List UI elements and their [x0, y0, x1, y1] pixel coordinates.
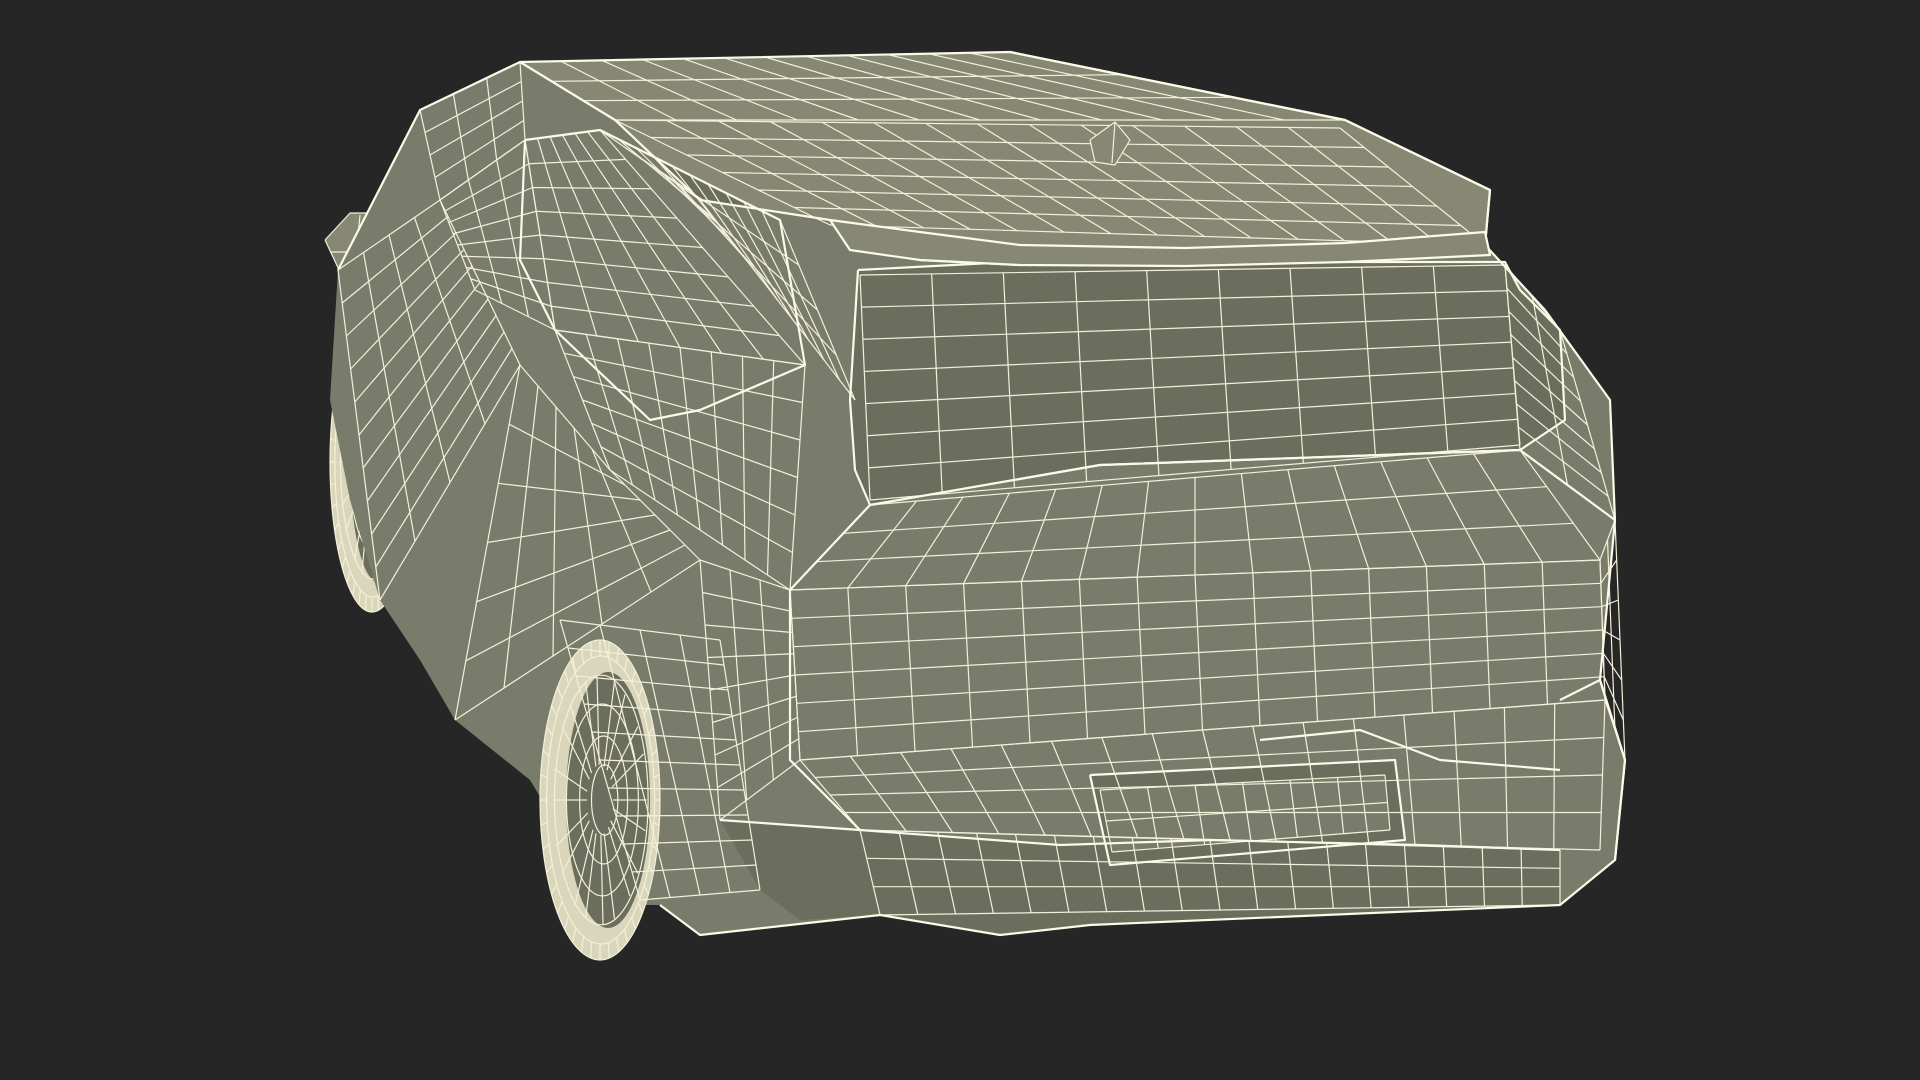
- wireframe-scene: [0, 0, 1920, 1080]
- rear-right-wheel-near: [539, 639, 661, 961]
- 3d-viewport[interactable]: [0, 0, 1920, 1080]
